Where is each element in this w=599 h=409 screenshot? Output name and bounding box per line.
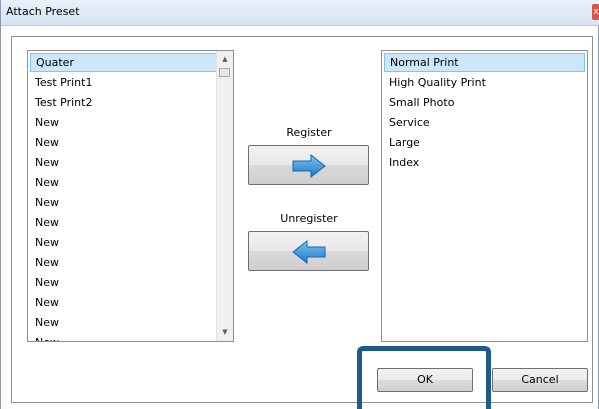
list-item[interactable]: Service — [384, 113, 430, 132]
cancel-button[interactable]: Cancel — [492, 368, 588, 392]
list-item[interactable]: New — [30, 173, 59, 192]
register-button[interactable] — [248, 145, 369, 185]
list-item[interactable]: New — [30, 233, 59, 252]
list-item[interactable]: Large — [384, 133, 420, 152]
list-item[interactable]: New — [30, 213, 59, 232]
list-item[interactable]: New — [30, 273, 59, 292]
list-item[interactable]: New — [30, 113, 59, 132]
attached-presets-list[interactable]: Normal Print High Quality Print Small Ph… — [381, 50, 588, 342]
list-item[interactable]: New — [30, 313, 59, 332]
close-button[interactable]: x — [592, 4, 599, 20]
list-item[interactable]: New — [30, 193, 59, 212]
list-item[interactable]: New — [30, 253, 59, 272]
list-item[interactable]: Index — [384, 153, 419, 172]
unregister-button[interactable] — [248, 231, 369, 271]
available-presets-list[interactable]: Quater Test Print1 Test Print2 New New N… — [27, 50, 234, 342]
scroll-down-icon[interactable]: ▼ — [217, 324, 233, 341]
list-item[interactable]: New — [30, 133, 59, 152]
ok-button-highlight-frame — [357, 346, 491, 409]
scroll-thumb[interactable] — [219, 68, 230, 77]
title-bar: Attach Preset x — [1, 0, 599, 26]
arrow-left-icon — [292, 240, 326, 264]
vertical-scrollbar[interactable]: ▲ ▼ — [216, 51, 233, 341]
list-item[interactable]: Test Print2 — [30, 93, 92, 112]
register-label: Register — [286, 126, 332, 139]
arrow-right-icon — [292, 154, 326, 178]
list-item[interactable]: High Quality Print — [384, 73, 486, 92]
list-item[interactable]: Quater — [30, 53, 218, 72]
list-item[interactable]: New — [30, 293, 59, 312]
list-item[interactable]: New — [30, 333, 59, 341]
list-item[interactable]: Test Print1 — [30, 73, 92, 92]
scroll-up-icon[interactable]: ▲ — [217, 51, 233, 68]
dialog-title: Attach Preset — [6, 5, 80, 18]
unregister-label: Unregister — [280, 212, 338, 225]
attach-preset-dialog: Attach Preset x Quater Test Print1 Test … — [0, 0, 599, 409]
close-icon: x — [593, 7, 599, 17]
list-item[interactable]: Small Photo — [384, 93, 454, 112]
list-item[interactable]: Normal Print — [384, 53, 585, 72]
list-item[interactable]: New — [30, 153, 59, 172]
